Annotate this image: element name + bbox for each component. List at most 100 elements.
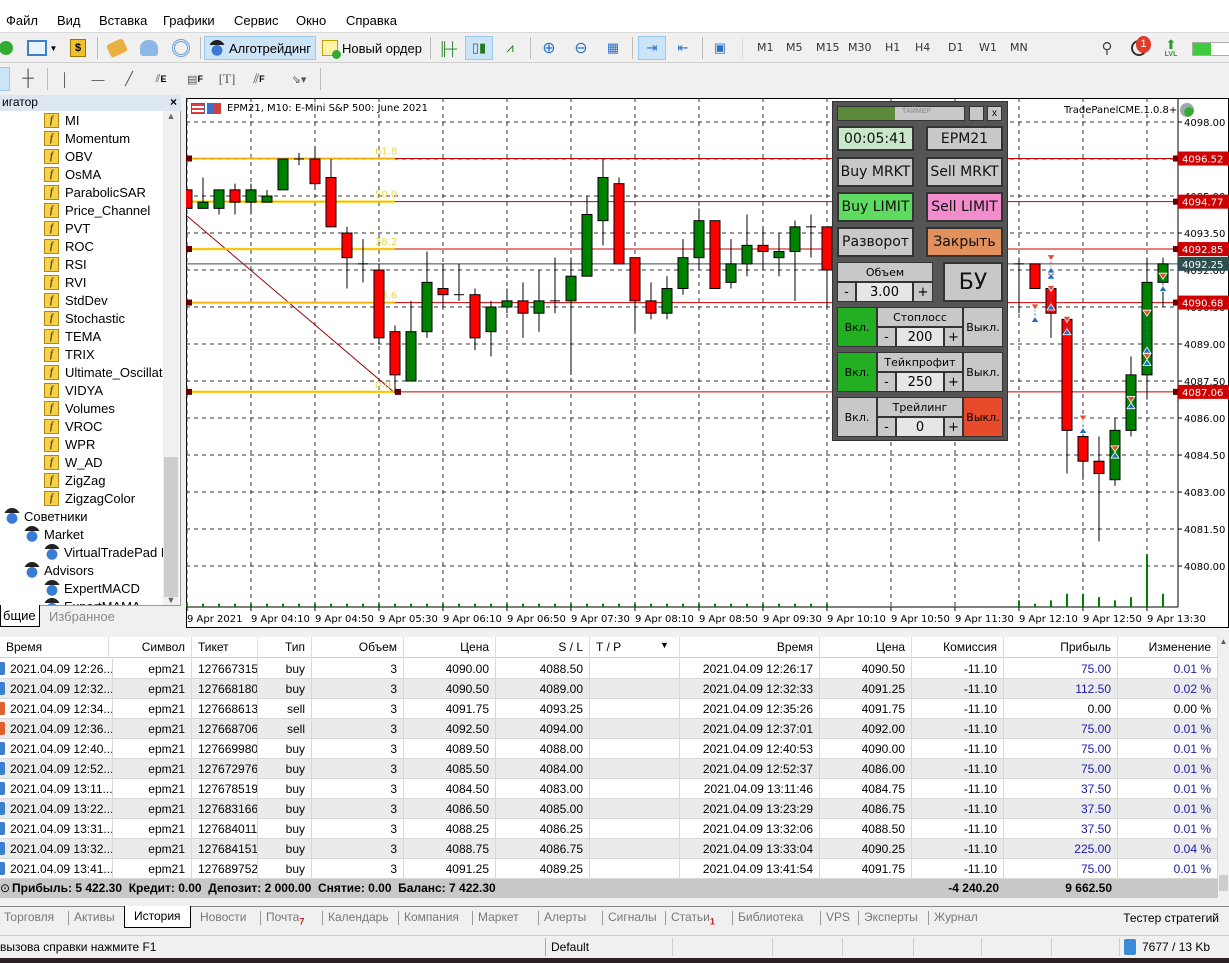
nav-indicator-item[interactable]: f OsMA [44, 165, 101, 183]
menu-charts[interactable]: Графики [163, 13, 215, 28]
tab-8[interactable]: Алерты [544, 910, 586, 924]
nav-indicator-item[interactable]: f Stochastic [44, 309, 125, 327]
close-all-button[interactable]: Закрыть [926, 227, 1003, 257]
timeframe-d1[interactable]: D1 [948, 41, 963, 54]
tab-1[interactable]: Активы [74, 910, 115, 924]
strategy-tester-button[interactable]: Тестер стратегий [1123, 911, 1219, 925]
sell-limit-button[interactable]: Sell LIMIT [926, 192, 1003, 222]
table-row[interactable]: 2021.04.09 13:11... epm21 127678519 buy 3 408… [0, 779, 1218, 799]
column-header[interactable]: Тип [258, 637, 312, 657]
nav-indicator-item[interactable]: f RVI [44, 273, 86, 291]
tab-6[interactable]: Компания [404, 910, 459, 924]
search-icon[interactable]: ⚲ [1097, 36, 1117, 60]
stoploss-decrease-button[interactable]: - [877, 327, 896, 347]
column-header[interactable]: Тикет [192, 637, 258, 657]
timeframe-mn[interactable]: MN [1010, 41, 1028, 54]
chart-properties-icon[interactable] [191, 103, 205, 114]
nav-indicator-item[interactable]: f ZigZag [44, 471, 105, 489]
auto-scroll-icon[interactable]: ⇥ [638, 36, 666, 60]
timeframe-h1[interactable]: H1 [885, 41, 900, 54]
menu-help[interactable]: Справка [346, 13, 397, 28]
sell-market-button[interactable]: Sell MRKT [926, 157, 1003, 187]
trend-line-tool-icon[interactable]: ╱ [117, 67, 141, 91]
menu-tools[interactable]: Сервис [234, 13, 279, 28]
fibo-expansion-tool-icon[interactable]: ⫽ E [148, 67, 174, 91]
nav-indicator-item[interactable]: f VROC [44, 417, 103, 435]
nav-indicator-item[interactable]: f Momentum [44, 129, 130, 147]
stoploss-input[interactable]: 200 [896, 327, 944, 347]
table-row[interactable]: 2021.04.09 12:26... epm21 127667315 buy 3 409… [0, 659, 1218, 679]
takeprofit-decrease-button[interactable]: - [877, 372, 896, 392]
tab-favorites[interactable]: Избранное [49, 609, 115, 624]
table-row[interactable]: 2021.04.09 13:31... epm21 127684011 buy 3 408… [0, 819, 1218, 839]
line-chart-icon[interactable]: ⩘ [497, 36, 523, 60]
takeprofit-on-button[interactable]: Вкл. [837, 352, 877, 392]
zoom-in-icon[interactable]: ⊕ [536, 36, 562, 60]
text-tool-icon[interactable]: [T] [215, 67, 239, 91]
menu-window[interactable]: Окно [296, 13, 326, 28]
horizontal-line-tool-icon[interactable]: — [86, 67, 110, 91]
menu-insert[interactable]: Вставка [99, 13, 147, 28]
tab-11[interactable]: Библиотека [738, 910, 803, 924]
tab-2[interactable]: История [124, 906, 191, 928]
column-header[interactable]: Изменение [1118, 637, 1218, 657]
column-header[interactable]: Цена [404, 637, 496, 657]
nav-indicator-item[interactable]: f OBV [44, 147, 92, 165]
nav-market-folder[interactable]: Market [24, 525, 84, 543]
nav-indicator-item[interactable]: f StdDev [44, 291, 108, 309]
volume-decrease-button[interactable]: - [837, 282, 856, 302]
takeprofit-increase-button[interactable]: + [944, 372, 963, 392]
nav-indicator-item[interactable]: f TEMA [44, 327, 101, 345]
volume-increase-button[interactable]: + [913, 282, 933, 302]
chart-window[interactable]: 4098.004096.504095.004093.504092.004090.… [186, 98, 1229, 628]
trailing-on-button[interactable]: Вкл. [837, 397, 877, 437]
nav-indicator-item[interactable]: f Ultimate_Oscillato [44, 363, 170, 381]
signals-icon[interactable] [168, 36, 194, 60]
fibo-channel-tool-icon[interactable]: ⫽ F [247, 67, 271, 91]
takeprofit-off-button[interactable]: Выкл. [963, 352, 1003, 392]
algo-trading-button[interactable]: Алготрейдинг [204, 36, 316, 60]
trailing-input[interactable]: 0 [896, 417, 944, 437]
buy-market-button[interactable]: Buy MRKT [837, 157, 914, 187]
column-header[interactable]: Прибыль [1004, 637, 1118, 657]
arrows-tool-icon[interactable]: ⇘▾ [282, 67, 316, 91]
nav-expert-item[interactable]: VirtualTradePad L [44, 543, 168, 561]
lvl-icon[interactable]: ⬆ LVL [1160, 36, 1182, 60]
navigator-scrollbar[interactable]: ▲ ▼ [163, 111, 179, 605]
column-header[interactable]: Объем [312, 637, 404, 657]
nav-advisors-folder[interactable]: Advisors [24, 561, 94, 579]
minimize-button[interactable] [969, 106, 984, 121]
tab-4[interactable]: Почта7 [266, 910, 304, 926]
tab-13[interactable]: Эксперты [864, 910, 918, 924]
table-row[interactable]: 2021.04.09 12:40... epm21 127669980 buy 3 408… [0, 739, 1218, 759]
breakeven-button[interactable]: БУ [943, 262, 1003, 302]
zoom-out-icon[interactable]: ⊖ [568, 36, 594, 60]
column-header[interactable]: Время [0, 637, 109, 657]
navigator-close-icon[interactable]: × [170, 95, 177, 109]
tab-10[interactable]: Статьи1 [671, 910, 715, 926]
tab-common[interactable]: бщие [0, 605, 40, 627]
column-header[interactable]: Время [680, 637, 820, 657]
one-click-trading-icon[interactable] [207, 103, 221, 114]
sort-dropdown-icon[interactable]: ▼ [660, 640, 669, 650]
timeframe-m5[interactable]: M5 [786, 41, 803, 54]
trailing-increase-button[interactable]: + [944, 417, 963, 437]
candlestick-chart-icon[interactable]: ▯▮ [465, 36, 493, 60]
table-row[interactable]: 2021.04.09 12:36... epm21 127668706 sell 3 40… [0, 719, 1218, 739]
column-header[interactable]: S / L [496, 637, 590, 657]
tab-9[interactable]: Сигналы [608, 910, 657, 924]
nav-indicator-item[interactable]: f VIDYA [44, 381, 103, 399]
nav-indicator-item[interactable]: f RSI [44, 255, 87, 273]
timeframe-w1[interactable]: W1 [979, 41, 997, 54]
data-window-icon[interactable] [104, 36, 130, 60]
nav-indicator-item[interactable]: f WPR [44, 435, 95, 453]
column-header[interactable]: Цена [820, 637, 912, 657]
timeframe-m30[interactable]: M30 [848, 41, 872, 54]
fibo-fan-tool-icon[interactable]: ▤ F [184, 67, 206, 91]
table-row[interactable]: 2021.04.09 13:32... epm21 127684151 buy 3 408… [0, 839, 1218, 859]
nav-experts-folder[interactable]: Советники [4, 507, 88, 525]
trailing-decrease-button[interactable]: - [877, 417, 896, 437]
chart-shift-icon[interactable]: ⇤ [670, 36, 696, 60]
nav-indicator-item[interactable]: f MI [44, 111, 79, 129]
nav-indicator-item[interactable]: f PVT [44, 219, 90, 237]
